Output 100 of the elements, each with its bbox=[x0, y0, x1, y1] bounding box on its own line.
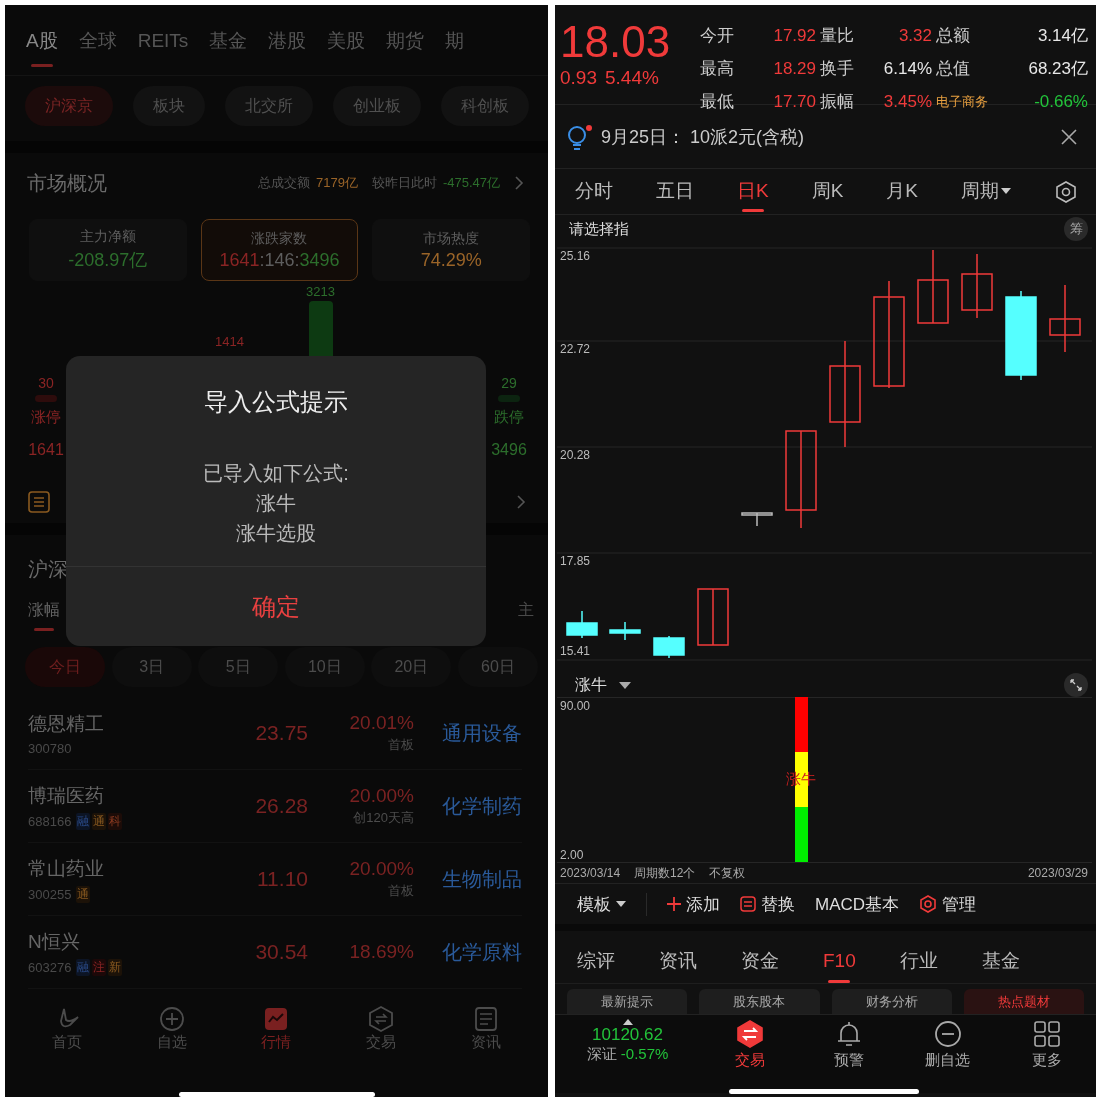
market-tab[interactable]: REITs bbox=[137, 29, 189, 67]
nav-tab[interactable]: 首页 bbox=[52, 1005, 83, 1052]
stock-code: 603276 bbox=[28, 959, 72, 975]
compare-value: -475.47亿 bbox=[442, 174, 500, 192]
stock-tag: 科 bbox=[108, 812, 123, 830]
stat-label: 振幅 bbox=[819, 91, 855, 113]
candlestick bbox=[653, 635, 685, 659]
toolbar-button[interactable]: 替换 bbox=[740, 892, 795, 916]
nav-tab[interactable]: 资讯 bbox=[470, 1005, 501, 1052]
rise-count: 1641 bbox=[28, 441, 64, 459]
stock-name[interactable]: 常山药业 bbox=[28, 855, 104, 882]
stock-name[interactable]: 博瑞医药 bbox=[28, 782, 104, 809]
period-chip[interactable]: 5日 bbox=[198, 647, 279, 687]
stat-label: 今开 bbox=[699, 25, 735, 47]
filter-chip[interactable]: 沪深京 bbox=[25, 86, 113, 126]
filter-chip[interactable]: 板块 bbox=[133, 86, 205, 126]
caret-up-icon[interactable] bbox=[622, 1019, 633, 1025]
filter-chip[interactable]: 北交所 bbox=[225, 86, 313, 126]
stock-name[interactable]: N恒兴 bbox=[28, 928, 80, 955]
stat-card[interactable]: 涨跌家数 1641:146:3496 bbox=[200, 219, 359, 281]
period-tab[interactable]: 月K bbox=[886, 171, 918, 212]
market-tab[interactable]: 期 bbox=[445, 29, 465, 67]
caret-icon bbox=[616, 901, 626, 907]
limit-bar bbox=[35, 395, 57, 402]
action-button[interactable]: 交易 bbox=[700, 1019, 799, 1070]
market-tab[interactable]: 全球 bbox=[78, 29, 117, 67]
market-tab[interactable]: 港股 bbox=[268, 29, 307, 67]
period-tab[interactable]: 五日 bbox=[656, 171, 694, 212]
close-icon[interactable] bbox=[1060, 127, 1078, 146]
stock-tag: 融 bbox=[76, 958, 91, 976]
sector-link[interactable]: 化学制药 bbox=[414, 792, 522, 820]
filter-chip[interactable]: 创业板 bbox=[333, 86, 421, 126]
last-price: 18.03 bbox=[560, 19, 671, 65]
settings-icon[interactable] bbox=[1053, 179, 1078, 204]
action-button[interactable]: 删自选 bbox=[898, 1019, 997, 1070]
stat-card[interactable]: 市场热度 74.29% bbox=[372, 219, 530, 281]
period-tab[interactable]: 日K bbox=[736, 171, 769, 212]
info-card[interactable]: 财务分析 bbox=[831, 989, 952, 1014]
period-tab[interactable]: 分时 bbox=[575, 171, 613, 212]
action-button[interactable]: 更多 bbox=[997, 1019, 1096, 1070]
stat-label: 换手 bbox=[819, 58, 855, 80]
confirm-button[interactable]: 确定 bbox=[66, 566, 486, 646]
info-card[interactable]: 热点题材 bbox=[963, 989, 1084, 1014]
action-button[interactable]: 预警 bbox=[799, 1019, 898, 1070]
index-picker[interactable]: 请选择指 bbox=[569, 219, 629, 239]
toolbar-button[interactable]: MACD基本 bbox=[815, 892, 900, 916]
indicator-name[interactable]: 涨牛 bbox=[575, 674, 607, 696]
stat-value: 3.32 bbox=[897, 25, 933, 46]
market-tab[interactable]: 期货 bbox=[386, 29, 425, 67]
toolbar-button[interactable]: 管理 bbox=[919, 892, 977, 916]
market-tab[interactable]: 美股 bbox=[327, 29, 366, 67]
stat-value: 17.70 bbox=[772, 91, 817, 112]
period-tab[interactable]: 周期 bbox=[961, 171, 1011, 212]
ranking-tab[interactable]: 主 bbox=[518, 599, 534, 631]
expand-icon[interactable] bbox=[1064, 673, 1088, 697]
info-tab[interactable]: 行业 bbox=[899, 949, 938, 983]
chip-button[interactable]: 筹 bbox=[1064, 217, 1088, 241]
axis-label: 15.41 bbox=[560, 644, 591, 658]
price-change: 0.93 bbox=[560, 67, 597, 89]
info-tab[interactable]: 基金 bbox=[981, 949, 1020, 983]
info-card[interactable]: 股东股本 bbox=[699, 989, 820, 1014]
chevron-right-icon[interactable] bbox=[514, 175, 524, 191]
info-tab[interactable]: 资讯 bbox=[659, 949, 697, 983]
section-title: 沪深 bbox=[28, 556, 68, 582]
sector-link[interactable]: 通用设备 bbox=[414, 719, 522, 747]
limit-count: 29 bbox=[501, 375, 517, 391]
ranking-tab[interactable]: 涨幅 bbox=[28, 599, 60, 631]
stock-tag: 通 bbox=[92, 812, 107, 830]
stock-name[interactable]: 德恩精工 bbox=[28, 710, 104, 737]
info-tab[interactable]: 资金 bbox=[741, 949, 779, 983]
nav-tab[interactable]: 行情 bbox=[261, 1005, 292, 1052]
period-chip[interactable]: 20日 bbox=[371, 647, 452, 687]
market-tab[interactable]: 基金 bbox=[209, 29, 248, 67]
period-chip[interactable]: 10日 bbox=[284, 647, 365, 687]
sector-link[interactable]: 生物制品 bbox=[414, 865, 522, 893]
nav-tab[interactable]: 交易 bbox=[366, 1005, 397, 1052]
start-date: 2023/03/14 bbox=[560, 866, 621, 880]
stat-value: 3.14亿 bbox=[1036, 25, 1089, 47]
sector-link[interactable]: 化学原料 bbox=[414, 938, 522, 966]
change-percent: 20.00% bbox=[349, 785, 414, 807]
info-card[interactable]: 最新提示 bbox=[567, 989, 688, 1014]
limit-label: 跌停 bbox=[494, 408, 524, 427]
toolbar-button[interactable]: 添加 bbox=[667, 892, 720, 916]
info-tab[interactable]: 综评 bbox=[577, 949, 615, 983]
stat-card[interactable]: 主力净额 -208.97亿 bbox=[29, 219, 187, 281]
filter-chip[interactable]: 科创板 bbox=[441, 86, 529, 126]
caret-icon[interactable] bbox=[619, 681, 631, 689]
period-chip[interactable]: 60日 bbox=[457, 647, 538, 687]
market-tab[interactable]: A股 bbox=[26, 29, 58, 67]
index-name: 深证 bbox=[586, 1045, 617, 1062]
candlestick bbox=[1049, 284, 1081, 353]
stat-value: 17.92 bbox=[772, 25, 817, 46]
stock-note: 创120天高 bbox=[353, 809, 414, 827]
period-tab[interactable]: 周K bbox=[811, 171, 844, 212]
period-chip[interactable]: 3日 bbox=[111, 647, 192, 687]
nav-tab[interactable]: 自选 bbox=[156, 1005, 187, 1052]
candlestick bbox=[741, 512, 773, 527]
toolbar-button[interactable]: 模板 bbox=[577, 892, 647, 916]
chevron-right-icon[interactable] bbox=[516, 494, 526, 510]
info-tab[interactable]: F10 bbox=[823, 949, 856, 983]
